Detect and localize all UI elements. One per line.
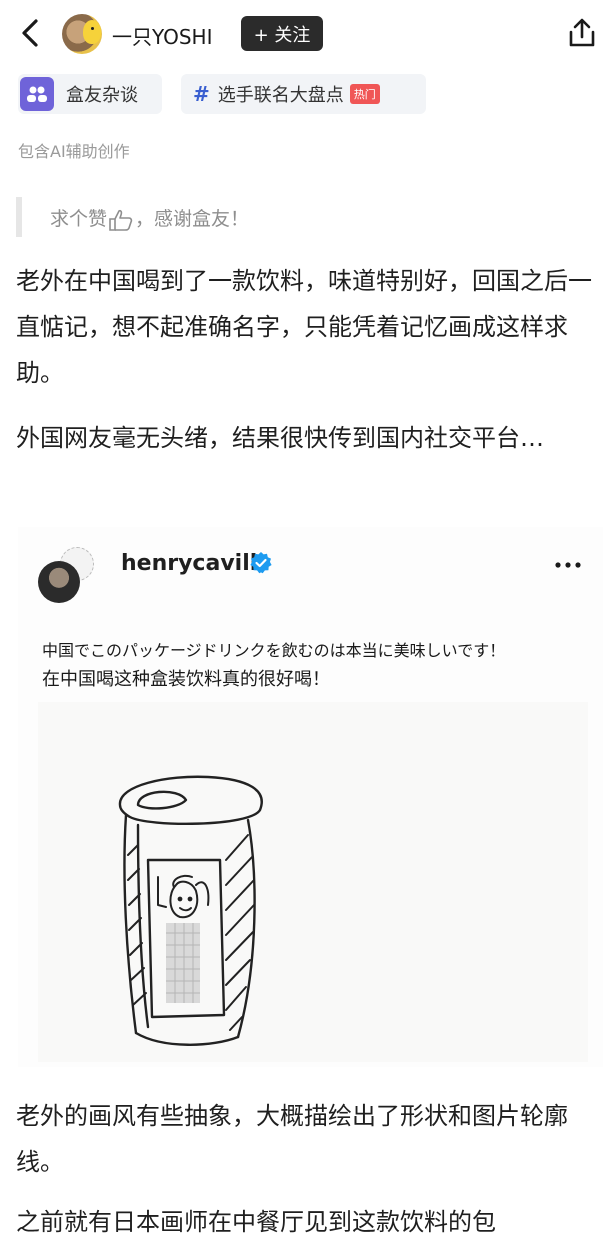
avatar[interactable] — [62, 14, 102, 54]
follow-label: + 关注 — [253, 24, 311, 46]
paragraph: 外国网友毫无头绪，结果很快传到国内社交平台… — [16, 424, 544, 452]
quote-prefix: 求个赞 — [50, 208, 108, 230]
hot-badge: 热门 — [349, 84, 380, 104]
chick-eye — [91, 27, 94, 30]
author-name[interactable]: 一只YOSHI — [112, 21, 213, 50]
embed-avatar — [38, 561, 80, 603]
quote-suffix: ，感谢盒友！ — [135, 208, 250, 230]
thumbs-up-icon — [109, 209, 133, 231]
quote-block: 求个赞 ，感谢盒友！ — [16, 197, 576, 237]
tag-community[interactable]: 盒友杂谈 — [18, 74, 162, 114]
paragraph: 之前就有日本画师在中餐厅见到这款饮料的包 — [16, 1208, 496, 1236]
caption-japanese: 中国でこのパッケージドリンクを飲むのは本当に美味しいです！ — [42, 641, 506, 660]
group-icon — [20, 77, 54, 111]
follow-button[interactable]: + 关注 — [241, 16, 323, 51]
verified-badge-icon — [250, 552, 272, 574]
embed-username: henrycavill — [121, 551, 258, 576]
quote-text: 求个赞 ，感谢盒友！ — [50, 204, 249, 232]
paragraph: 老外在中国喝到了一款饮料，味道特别好，回国之后一直惦记，想不起准确名字，只能凭着… — [16, 267, 592, 387]
ai-assist-note: 包含AI辅助创作 — [18, 142, 130, 161]
share-icon[interactable] — [565, 16, 599, 50]
drink-sketch-illustration — [118, 775, 263, 1046]
paragraph: 老外的画风有些抽象，大概描绘出了形状和图片轮廓线。 — [16, 1102, 568, 1176]
tag-label: 选手联名大盘点 — [217, 85, 344, 106]
chick-decoration — [83, 20, 101, 44]
hash-icon: # — [193, 82, 210, 106]
embedded-post-image[interactable]: henrycavill 中国でこのパッケージドリンクを飲むのは本当に美味しいです… — [18, 527, 603, 1067]
top-bar: 一只YOSHI + 关注 — [0, 0, 615, 70]
tag-label: 盒友杂谈 — [66, 85, 138, 106]
more-horizontal-icon — [555, 562, 581, 568]
caption-chinese: 在中国喝这种盒装饮料真的很好喝！ — [42, 669, 330, 690]
chevron-left-icon[interactable] — [14, 16, 48, 50]
tag-topic[interactable]: # 选手联名大盘点 热门 — [181, 74, 426, 114]
